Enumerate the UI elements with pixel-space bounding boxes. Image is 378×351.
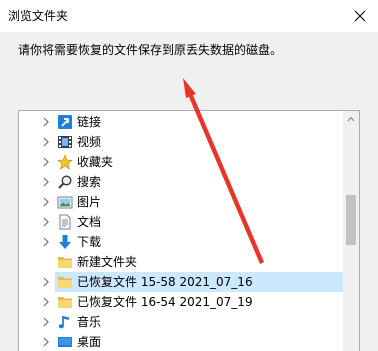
title-bar: 浏览文件夹 xyxy=(0,0,378,32)
instruction-text: 请你将需要恢复的文件保存到原丢失数据的磁盘。 xyxy=(18,43,283,57)
tree-item-label: 已恢复文件 16-54 2021_07_19 xyxy=(77,295,253,309)
tree-item-label: 链接 xyxy=(77,115,102,129)
video-folder-icon xyxy=(58,136,72,148)
chevron-right-icon[interactable] xyxy=(41,197,51,207)
browse-folder-dialog: 浏览文件夹 请你将需要恢复的文件保存到原丢失数据的磁盘。 链接 视频 收藏夹 搜… xyxy=(0,0,378,351)
tree-item-label: 图片 xyxy=(77,195,102,209)
folder-icon xyxy=(58,257,72,268)
folder-tree[interactable]: 链接 视频 收藏夹 搜索 图片 文档 下载 新建文件夹 已恢复文件 15-58 … xyxy=(18,110,360,351)
tree-item-label: 桌面 xyxy=(77,335,102,349)
documents-folder-icon xyxy=(59,214,71,230)
vertical-scrollbar[interactable] xyxy=(343,111,359,351)
music-note-icon xyxy=(58,316,69,329)
tree-item-searches[interactable]: 搜索 xyxy=(19,172,345,192)
star-icon xyxy=(57,154,73,170)
folder-icon xyxy=(58,297,72,308)
link-icon xyxy=(58,115,72,129)
window-title: 浏览文件夹 xyxy=(8,9,69,23)
tree-item-label: 视频 xyxy=(77,135,102,149)
scrollbar-thumb[interactable] xyxy=(346,195,356,245)
download-arrow-icon xyxy=(59,235,71,249)
chevron-right-icon[interactable] xyxy=(41,317,51,327)
tree-item-label: 下载 xyxy=(77,235,102,249)
pictures-folder-icon xyxy=(57,196,73,209)
tree-item-label: 搜索 xyxy=(77,175,102,189)
tree-item-new-folder[interactable]: 新建文件夹 xyxy=(19,252,345,272)
tree-item-links[interactable]: 链接 xyxy=(19,112,345,132)
chevron-right-icon[interactable] xyxy=(41,337,51,347)
tree-item-label: 已恢复文件 15-58 2021_07_16 xyxy=(77,275,253,289)
chevron-right-icon[interactable] xyxy=(41,297,51,307)
tree-item-documents[interactable]: 文档 xyxy=(19,212,345,232)
tree-item-music[interactable]: 音乐 xyxy=(19,312,345,332)
chevron-right-icon[interactable] xyxy=(41,157,51,167)
tree-item-label: 音乐 xyxy=(77,315,102,329)
search-icon xyxy=(58,175,72,189)
tree-item-downloads[interactable]: 下载 xyxy=(19,232,345,252)
tree-item-label: 文档 xyxy=(77,215,102,229)
chevron-right-icon[interactable] xyxy=(41,277,51,287)
tree-item-recovered-0719[interactable]: 已恢复文件 16-54 2021_07_19 xyxy=(19,292,345,312)
chevron-right-icon[interactable] xyxy=(41,217,51,227)
desktop-icon xyxy=(58,337,72,347)
chevron-right-icon[interactable] xyxy=(41,137,51,147)
folder-icon xyxy=(58,277,72,288)
tree-item-desktop[interactable]: 桌面 xyxy=(19,332,345,351)
tree-item-label: 新建文件夹 xyxy=(77,255,138,269)
chevron-up-icon xyxy=(347,116,355,122)
tree-item-pictures[interactable]: 图片 xyxy=(19,192,345,212)
tree-item-recovered-0716[interactable]: 已恢复文件 15-58 2021_07_16 xyxy=(19,272,345,292)
tree-item-label: 收藏夹 xyxy=(77,155,114,169)
scroll-up-button[interactable] xyxy=(343,111,359,127)
close-button[interactable] xyxy=(342,2,378,30)
tree-item-videos[interactable]: 视频 xyxy=(19,132,345,152)
tree-item-favorites[interactable]: 收藏夹 xyxy=(19,152,345,172)
close-icon xyxy=(354,10,366,22)
chevron-right-icon[interactable] xyxy=(41,117,51,127)
chevron-right-icon[interactable] xyxy=(41,177,51,187)
chevron-right-icon[interactable] xyxy=(41,237,51,247)
